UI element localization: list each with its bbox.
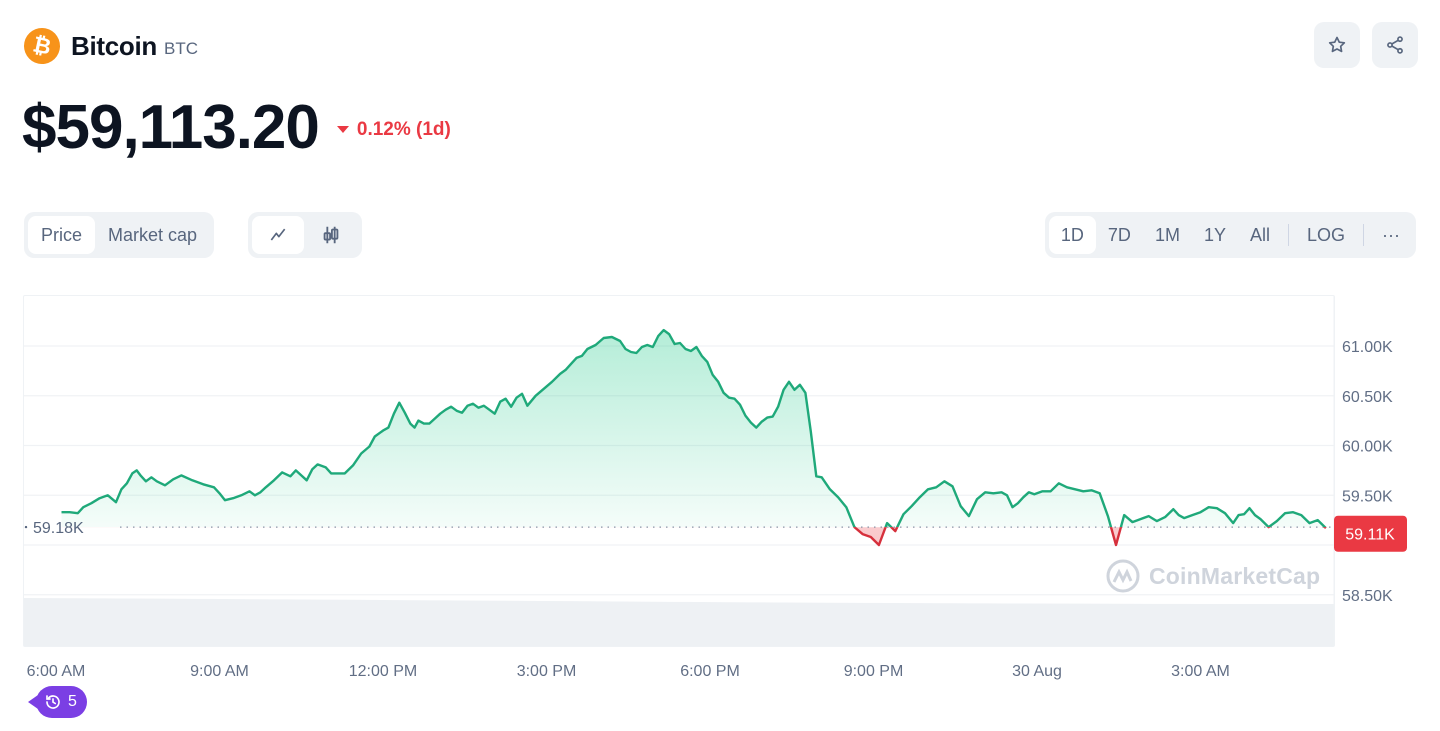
area-fill-up [61,330,1325,528]
y-tick-label: 58.50K [1342,588,1393,605]
x-tick-label: 3:00 PM [517,663,577,680]
reference-dot [24,525,28,529]
watermark: CoinMarketCap [1105,558,1320,594]
x-tick-label: 9:00 PM [844,663,904,680]
x-tick-label: 12:00 PM [349,663,417,680]
current-price-label: 59.11K [1345,527,1395,544]
x-tick-label: 6:00 AM [27,663,86,680]
history-badge[interactable]: 5 [28,686,87,718]
y-tick-label: 60.50K [1342,389,1393,406]
price-chart[interactable]: 58.50K 59.50K 60.00K 60.50K 61.00K 6:00 AM 9:0… [0,0,1440,731]
y-tick-label: 59.50K [1342,488,1393,505]
history-icon [46,695,60,709]
history-count: 5 [68,693,77,710]
x-tick-label: 9:00 AM [190,663,249,680]
y-tick-label: 61.00K [1342,339,1393,356]
watermark-text: CoinMarketCap [1149,562,1321,589]
x-tick-label: 3:00 AM [1171,663,1230,680]
y-tick-label: 60.00K [1342,439,1393,456]
x-tick-label: 6:00 PM [680,663,740,680]
coinmarketcap-logo-icon [1106,559,1140,593]
reference-price-label: 59.18K [33,520,84,537]
volume-area [24,598,1334,646]
x-tick-label: 30 Aug [1012,663,1062,680]
